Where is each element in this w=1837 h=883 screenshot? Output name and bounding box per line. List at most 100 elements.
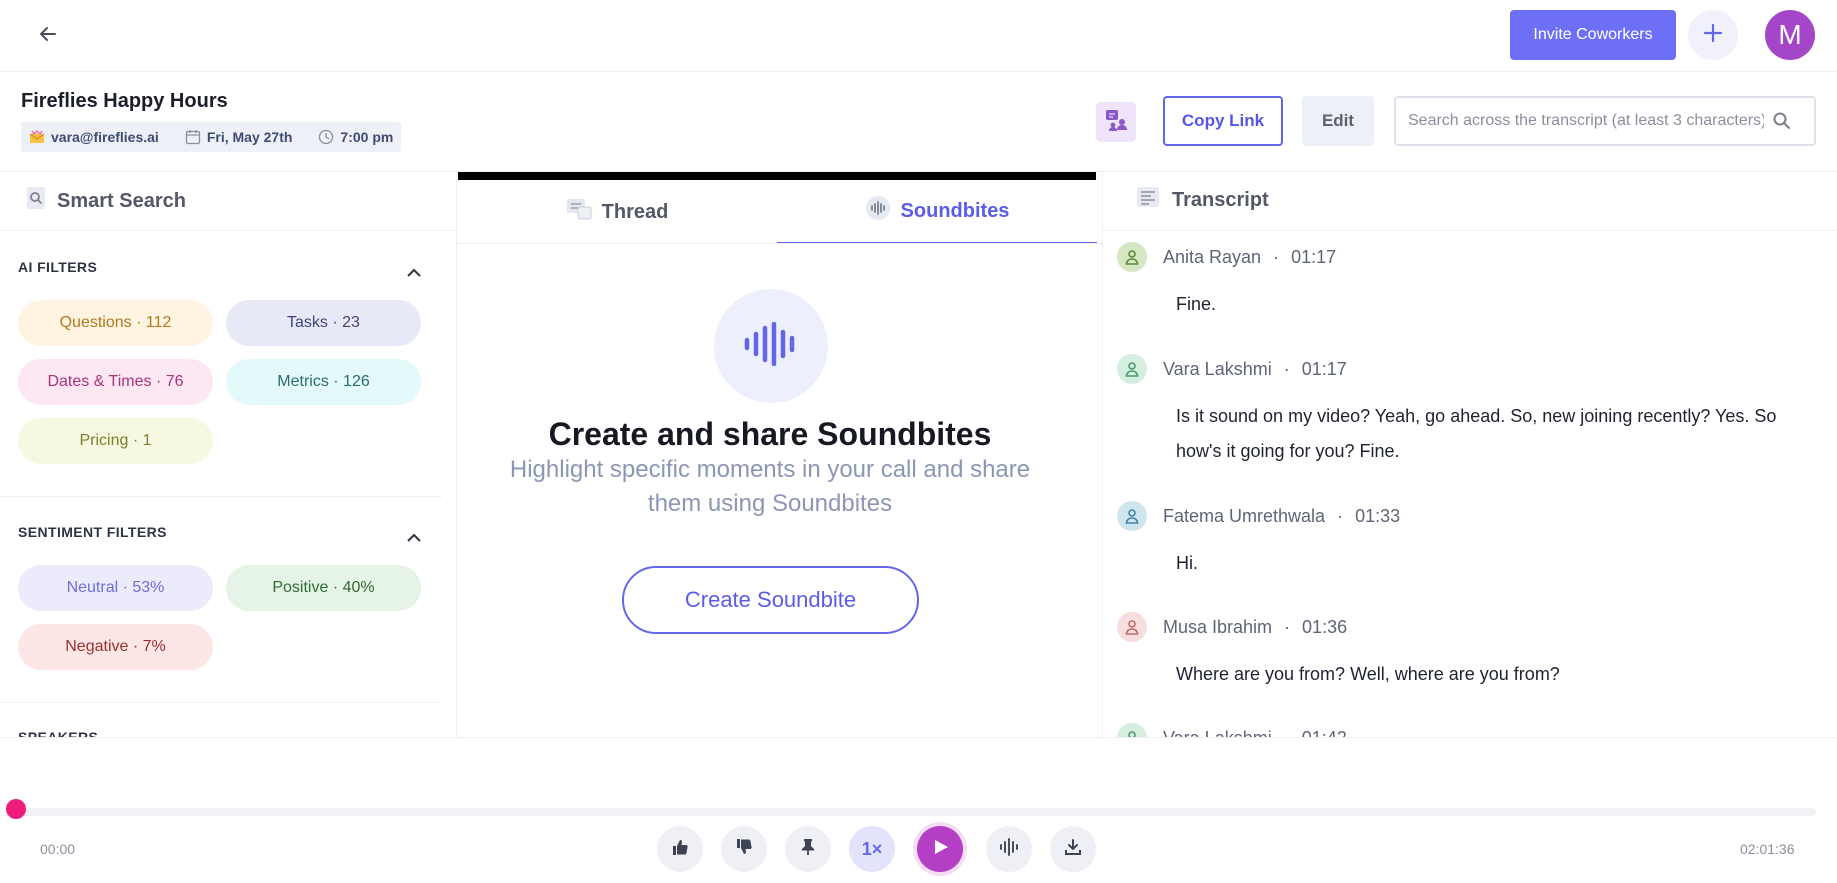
transcript-search-input[interactable]	[1408, 112, 1764, 130]
timestamp[interactable]: 01:36	[1302, 617, 1347, 638]
transcript-panel: Transcript Anita Rayan · 01:17 Fine. Var…	[1103, 172, 1837, 737]
thumbs-down-button[interactable]	[721, 826, 767, 872]
current-time: 00:00	[40, 841, 76, 857]
clock-icon	[318, 129, 334, 145]
meeting-meta: vara@fireflies.ai Fri, May 27th 7:00 pm	[21, 122, 402, 152]
total-time: 02:01:36	[1740, 841, 1795, 857]
speaker-name[interactable]: Anita Rayan	[1163, 247, 1261, 268]
smart-search-title: Smart Search	[57, 189, 186, 212]
transcript-text: Fine.	[1176, 294, 1217, 314]
tab-thread-label: Thread	[601, 200, 669, 223]
filter-neutral[interactable]: Neutral · 53%	[18, 565, 213, 611]
timestamp[interactable]: 01:17	[1291, 247, 1336, 268]
soundwave-icon	[741, 321, 801, 371]
divider	[1103, 230, 1837, 231]
tab-thread[interactable]: Thread	[457, 180, 777, 244]
separator-dot: ·	[1283, 358, 1290, 379]
transcript-text: Hi.	[1176, 553, 1198, 573]
transcript-heading: Transcript	[1136, 186, 1269, 214]
transcript-entry: Anita Rayan · 01:17 Fine.	[1117, 241, 1817, 322]
divider	[0, 230, 456, 231]
play-icon	[930, 837, 950, 862]
play-button[interactable]	[917, 826, 963, 872]
user-avatar[interactable]: M	[1765, 10, 1815, 60]
divider	[0, 496, 442, 497]
transcript-entry: Vara Lakshmi · 01:17 Is it sound on my v…	[1117, 353, 1817, 469]
filter-pricing[interactable]: Pricing · 1	[18, 418, 213, 464]
timestamp[interactable]: 01:17	[1302, 359, 1347, 380]
chevron-up-icon	[407, 529, 421, 547]
edit-button[interactable]: Edit	[1302, 96, 1374, 146]
speaker-avatar	[1117, 723, 1147, 737]
timestamp[interactable]: 01:42	[1302, 728, 1347, 738]
back-button[interactable]	[30, 18, 66, 54]
audio-player: 00:00 1× 02:01:36	[0, 737, 1837, 883]
search-icon[interactable]	[1772, 111, 1792, 131]
soundbite-button[interactable]	[986, 826, 1032, 872]
meeting-header: Fireflies Happy Hours vara@fireflies.ai …	[0, 72, 1837, 172]
separator-dot: ·	[1284, 616, 1291, 637]
soundwave-icon	[999, 837, 1019, 861]
smart-search-heading: Smart Search	[25, 186, 186, 216]
playback-speed-button[interactable]: 1×	[849, 826, 895, 872]
filter-metrics[interactable]: Metrics · 126	[226, 359, 421, 405]
filter-questions[interactable]: Questions · 112	[18, 300, 213, 346]
separator-dot: ·	[1337, 505, 1344, 526]
transcript-title: Transcript	[1172, 188, 1269, 211]
invite-coworkers-button[interactable]: Invite Coworkers	[1510, 10, 1676, 60]
copy-link-button[interactable]: Copy Link	[1163, 96, 1283, 146]
soundbites-title: Create and share Soundbites	[548, 416, 992, 452]
calendar-icon	[185, 129, 201, 145]
filter-tasks[interactable]: Tasks · 23	[226, 300, 421, 346]
add-button[interactable]	[1688, 10, 1738, 60]
create-soundbite-button[interactable]: Create Soundbite	[622, 566, 919, 634]
soundbites-panel: Thread Soundbites Create and share Sound…	[457, 172, 1103, 737]
speaker-name[interactable]: Musa Ibrahim	[1163, 617, 1272, 638]
smart-search-icon	[25, 186, 47, 216]
thumbs-up-icon	[671, 838, 689, 861]
meeting-date: Fri, May 27th	[206, 129, 293, 145]
top-bar: Invite Coworkers M	[0, 0, 1837, 72]
progress-scrubber[interactable]	[6, 799, 26, 819]
crown-icon	[29, 130, 45, 144]
thumbs-up-button[interactable]	[657, 826, 703, 872]
thumbs-down-icon	[735, 838, 753, 861]
speaker-name[interactable]: Vara Lakshmi	[1163, 728, 1272, 738]
meeting-time: 7:00 pm	[340, 129, 394, 145]
pin-icon	[800, 838, 816, 861]
progress-track[interactable]	[16, 808, 1816, 816]
organizer-email: vara@fireflies.ai	[51, 129, 159, 145]
filter-positive[interactable]: Positive · 40%	[226, 565, 421, 611]
participants-button[interactable]	[1096, 102, 1136, 142]
download-button[interactable]	[1050, 826, 1096, 872]
transcript-text: Is it sound on my video? Yeah, go ahead.…	[1176, 406, 1777, 461]
transcript-entry: Fatema Umrethwala · 01:33 Hi.	[1117, 500, 1817, 581]
tab-soundbites-label: Soundbites	[900, 199, 1010, 222]
soundbite-illustration	[714, 289, 828, 403]
smart-search-panel: Smart Search AI FILTERS Questions · 112 …	[0, 172, 457, 737]
ai-filters-label: AI FILTERS	[18, 259, 98, 275]
transcript-entry: Vara Lakshmi · 01:42	[1117, 722, 1817, 737]
sentiment-filters-collapse-button[interactable]	[404, 528, 424, 548]
download-icon	[1064, 838, 1082, 861]
speaker-avatar	[1117, 612, 1147, 642]
speakers-label: SPEAKERS	[18, 729, 99, 737]
divider	[457, 243, 1103, 244]
speaker-avatar	[1117, 501, 1147, 531]
filter-negative[interactable]: Negative · 7%	[18, 624, 213, 670]
speaker-avatar	[1117, 354, 1147, 384]
speaker-avatar	[1117, 242, 1147, 272]
tab-soundbites[interactable]: Soundbites	[777, 180, 1097, 244]
speaker-name[interactable]: Fatema Umrethwala	[1163, 506, 1325, 527]
filter-dates-times[interactable]: Dates & Times · 76	[18, 359, 213, 405]
soundwave-icon	[865, 195, 891, 227]
soundbites-subtitle: Highlight specific moments in your call …	[509, 456, 1031, 517]
timestamp[interactable]: 01:33	[1355, 506, 1400, 527]
thread-icon	[566, 197, 592, 227]
transcript-search	[1394, 96, 1816, 146]
speaker-name[interactable]: Vara Lakshmi	[1163, 359, 1272, 380]
pin-button[interactable]	[785, 826, 831, 872]
transcript-icon	[1136, 186, 1160, 214]
ai-filters-collapse-button[interactable]	[404, 263, 424, 283]
panel-top-bar	[458, 172, 1096, 180]
